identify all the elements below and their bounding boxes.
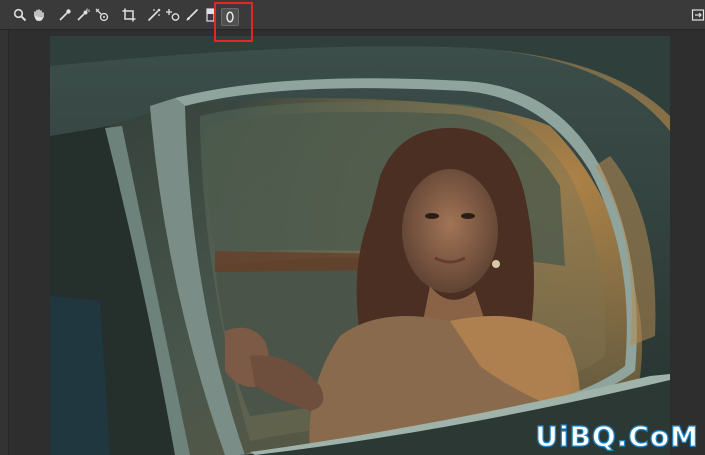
color-sampler-icon [77, 8, 90, 21]
straighten-icon [147, 8, 161, 22]
watermark-logo: UiBQ.CoM [535, 419, 699, 453]
zoom-icon [13, 8, 27, 22]
left-panel-strip [0, 30, 9, 455]
color-sampler-tool-button[interactable] [75, 7, 91, 23]
targeted-adjustment-tool-button[interactable] [94, 7, 110, 23]
open-preferences-icon [691, 9, 705, 21]
red-eye-tool-button[interactable] [165, 7, 181, 23]
white-balance-tool-button[interactable] [57, 7, 73, 23]
crop-icon [122, 8, 136, 22]
hand-icon [34, 9, 44, 21]
highlight-annotation-box [214, 2, 253, 42]
straighten-tool-button[interactable] [146, 7, 162, 23]
eyedropper-icon [59, 9, 71, 21]
adjustment-brush-tool-button[interactable] [184, 7, 200, 23]
camera-raw-window: UiBQ.CoM [0, 0, 705, 455]
photo-image [50, 36, 670, 455]
red-eye-icon [166, 9, 180, 21]
zoom-tool-button[interactable] [12, 7, 28, 23]
crop-tool-button[interactable] [121, 7, 137, 23]
photo-preview[interactable] [50, 36, 670, 455]
open-preferences-button[interactable] [690, 7, 705, 23]
hand-tool-button[interactable] [31, 7, 47, 23]
brush-icon [186, 8, 199, 21]
target-adjust-icon [95, 8, 109, 22]
toolbar [0, 0, 705, 30]
